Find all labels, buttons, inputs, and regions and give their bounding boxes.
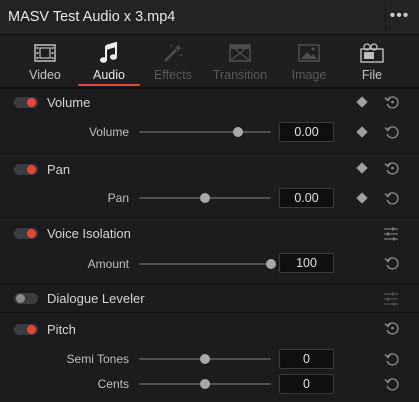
transition-icon	[227, 42, 253, 64]
voice-isolation-section-title: Voice Isolation	[47, 226, 131, 241]
semi-tones-slider[interactable]	[139, 354, 271, 364]
clip-title: MASV Test Audio x 3.mp4	[8, 9, 176, 25]
dialogue-leveler-enable-toggle[interactable]	[14, 293, 38, 304]
tab-label: Transition	[212, 68, 268, 82]
file-icon	[359, 42, 385, 64]
tab-video[interactable]: Video	[11, 36, 79, 88]
active-tab-indicator	[78, 84, 140, 86]
volume-value-field[interactable]: 0.00	[279, 122, 334, 142]
tab-transition[interactable]: Transition	[206, 36, 274, 88]
semi-tones-param-label: Semi Tones	[66, 352, 129, 366]
reset-icon[interactable]	[383, 123, 401, 141]
slider-thumb[interactable]	[266, 259, 276, 269]
keyframe-diamond-icon[interactable]	[356, 126, 368, 138]
tab-audio[interactable]: Audio	[75, 36, 143, 88]
volume-enable-toggle[interactable]	[14, 97, 38, 108]
magic-wand-icon	[160, 42, 186, 64]
section-divider	[0, 283, 419, 284]
slider-thumb[interactable]	[200, 379, 210, 389]
keyframe-diamond-icon[interactable]	[356, 192, 368, 204]
volume-param-label: Volume	[88, 125, 129, 139]
slider-thumb[interactable]	[233, 127, 243, 137]
slider-thumb[interactable]	[200, 354, 210, 364]
tab-file[interactable]: File	[338, 36, 406, 88]
amount-value-field[interactable]: 100	[279, 253, 334, 273]
keyframe-diamond-icon[interactable]	[356, 162, 368, 174]
image-icon	[296, 42, 322, 64]
toggle-knob	[27, 229, 36, 238]
cents-slider[interactable]	[139, 379, 271, 389]
toggle-knob	[27, 325, 36, 334]
section-divider	[0, 153, 419, 154]
options-menu-button[interactable]: •••	[385, 4, 413, 30]
section-divider	[0, 217, 419, 218]
section-divider	[0, 88, 419, 89]
film-icon	[32, 42, 58, 64]
amount-slider[interactable]	[139, 259, 276, 269]
pan-enable-toggle[interactable]	[14, 164, 38, 175]
mixer-settings-icon[interactable]	[383, 292, 399, 306]
tab-label: File	[361, 68, 383, 82]
tab-effects[interactable]: Effects	[139, 36, 207, 88]
toggle-knob	[27, 165, 36, 174]
reset-icon[interactable]	[383, 159, 401, 177]
pan-value-field[interactable]: 0.00	[279, 188, 334, 208]
tab-label: Video	[29, 68, 61, 82]
section-divider	[0, 312, 419, 313]
reset-icon[interactable]	[383, 93, 401, 111]
dialogue-leveler-section-title: Dialogue Leveler	[47, 291, 145, 306]
pan-param-label: Pan	[107, 191, 129, 205]
toggle-knob	[16, 294, 25, 303]
reset-icon[interactable]	[383, 375, 401, 393]
toggle-knob	[27, 98, 36, 107]
reset-icon[interactable]	[383, 189, 401, 207]
mixer-settings-icon[interactable]	[383, 227, 399, 241]
music-note-icon	[96, 42, 122, 64]
volume-slider[interactable]	[139, 127, 271, 137]
pitch-enable-toggle[interactable]	[14, 324, 38, 335]
slider-thumb[interactable]	[200, 193, 210, 203]
tab-label: Effects	[154, 68, 192, 82]
reset-icon[interactable]	[383, 254, 401, 272]
reset-icon[interactable]	[383, 350, 401, 368]
volume-section-title: Volume	[47, 95, 91, 110]
tab-label: Image	[291, 68, 327, 82]
title-bar: MASV Test Audio x 3.mp4 •••	[0, 0, 419, 35]
cents-value-field[interactable]: 0	[279, 374, 334, 394]
pan-section-title: Pan	[47, 162, 71, 177]
ellipsis-icon: •••	[389, 7, 410, 24]
reset-icon[interactable]	[383, 319, 401, 337]
cents-param-label: Cents	[97, 377, 129, 391]
keyframe-diamond-icon[interactable]	[356, 96, 368, 108]
tab-label: Audio	[93, 68, 125, 82]
amount-param-label: Amount	[87, 257, 129, 271]
pitch-section-title: Pitch	[47, 322, 76, 337]
voice-isolation-enable-toggle[interactable]	[14, 228, 38, 239]
tab-image[interactable]: Image	[275, 36, 343, 88]
inspector-tabs: Video Audio Effects Transition Image Fil…	[0, 36, 419, 88]
semi-tones-value-field[interactable]: 0	[279, 349, 334, 369]
pan-slider[interactable]	[139, 193, 271, 203]
